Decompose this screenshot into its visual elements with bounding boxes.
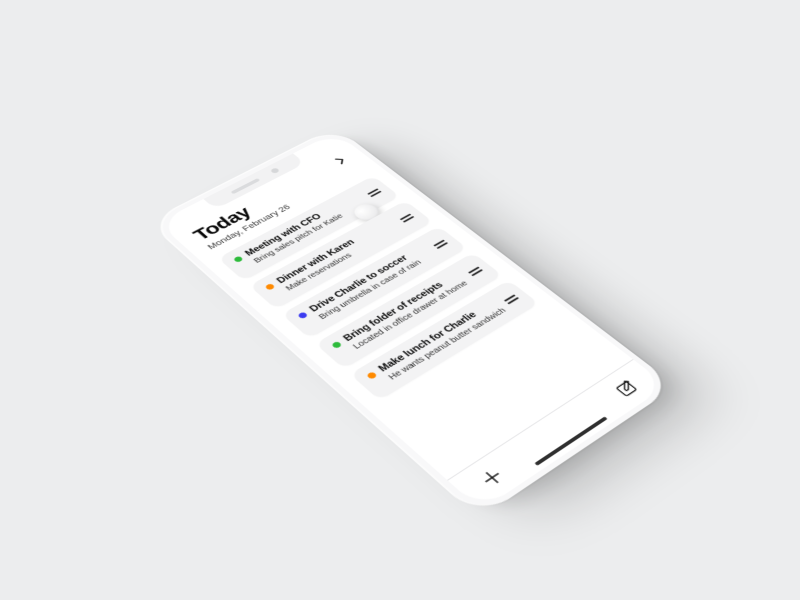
category-dot <box>331 341 343 349</box>
home-indicator[interactable] <box>534 416 607 465</box>
add-button[interactable] <box>475 464 509 490</box>
screen: Today Monday, February 26 Meeting with C… <box>157 132 667 510</box>
category-dot <box>264 283 275 291</box>
category-dot <box>366 371 378 379</box>
category-dot <box>233 256 244 263</box>
task-subtitle: He wants peanut butter sandwich <box>387 297 524 381</box>
bottom-toolbar <box>447 359 667 510</box>
category-dot <box>297 311 308 319</box>
compose-button[interactable] <box>610 377 643 401</box>
phone-frame: Today Monday, February 26 Meeting with C… <box>149 127 676 517</box>
task-title: Make lunch for Charlie <box>377 311 479 374</box>
